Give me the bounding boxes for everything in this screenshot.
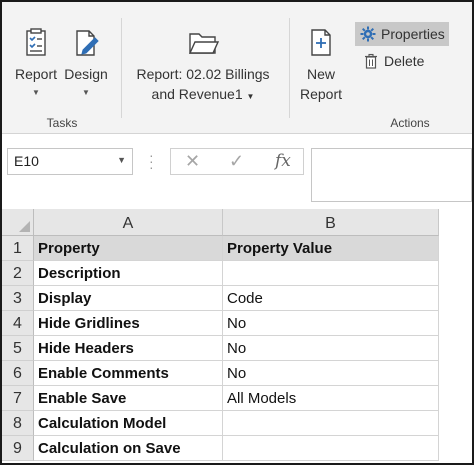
name-box-value: E10 [14,153,39,169]
column-header-a[interactable]: A [34,209,223,236]
new-report-line2: Report [299,86,343,102]
delete-label: Delete [384,53,425,69]
gear-icon [359,25,377,43]
report-button[interactable]: Report ▼ [10,26,62,98]
design-button-label: Design [64,66,108,82]
report-selector-button[interactable]: Report: 02.02 Billings and Revenue1 ▼ [127,26,279,107]
cell-property-value[interactable]: Code [223,286,439,311]
group-divider [289,18,290,118]
row-header[interactable]: 9 [2,436,34,461]
folder-icon [187,26,220,58]
cell-property-value[interactable] [223,411,439,436]
name-box[interactable]: E10 ▼ [7,148,133,175]
formula-input[interactable] [311,148,472,202]
group-divider [121,18,122,118]
report-selector-line2-text: and Revenue1 [151,86,243,102]
design-icon [70,26,102,58]
chevron-down-icon: ▼ [246,92,255,101]
cell-property-value[interactable]: No [223,311,439,336]
chevron-down-icon[interactable]: ▼ [117,155,126,165]
cell-property[interactable]: Enable Save [34,386,223,411]
row-header[interactable]: 3 [2,286,34,311]
row-header[interactable]: 5 [2,336,34,361]
spreadsheet-grid: A B 1 Property Property Value 2 Description 3… [2,209,472,463]
fx-icon[interactable]: fx [275,151,291,171]
properties-label: Properties [381,26,445,42]
new-report-line1: New [306,66,335,82]
chevron-down-icon: ▼ [82,88,90,97]
row-header[interactable]: 8 [2,411,34,436]
select-all-corner[interactable] [2,209,34,236]
cell-property-value[interactable]: No [223,361,439,386]
group-label-actions: Actions [390,116,430,130]
cell-property-value[interactable]: All Models [223,386,439,411]
formula-bar-grip[interactable]: · · · [149,148,154,174]
select-all-triangle [19,221,30,232]
row-header[interactable]: 4 [2,311,34,336]
new-document-icon [305,26,337,58]
cell-property[interactable]: Calculation on Save [34,436,223,461]
cell-property-value[interactable]: No [223,336,439,361]
ribbon: Report ▼ Design ▼ Tasks Report: 02.02 Bi… [2,2,472,134]
cell-property[interactable]: Enable Comments [34,361,223,386]
design-button[interactable]: Design ▼ [60,26,112,98]
report-button-label: Report [14,66,58,82]
row-header[interactable]: 6 [2,361,34,386]
report-icon [20,26,52,58]
row-header[interactable]: 7 [2,386,34,411]
group-label-tasks: Tasks [46,116,78,130]
report-selector-line1: Report: 02.02 Billings [136,66,270,82]
properties-button[interactable]: Properties [355,22,449,46]
cell-property[interactable]: Property [34,236,223,261]
cell-property[interactable]: Calculation Model [34,411,223,436]
formula-buttons: ✕ ✓ fx [170,148,304,175]
cell-property[interactable]: Description [34,261,223,286]
column-header-b[interactable]: B [223,209,439,236]
trash-icon [362,52,380,70]
cell-property[interactable]: Hide Gridlines [34,311,223,336]
report-selector-line2: and Revenue1 ▼ [127,84,279,107]
delete-button[interactable]: Delete [358,49,428,73]
row-header[interactable]: 2 [2,261,34,286]
cell-property[interactable]: Display [34,286,223,311]
cell-property[interactable]: Hide Headers [34,336,223,361]
cell-property-value[interactable]: Property Value [223,236,439,261]
row-header[interactable]: 1 [2,236,34,261]
cell-property-value[interactable] [223,261,439,286]
check-icon[interactable]: ✓ [229,151,244,172]
cancel-icon[interactable]: ✕ [185,151,200,172]
app-window: Report ▼ Design ▼ Tasks Report: 02.02 Bi… [0,0,474,465]
formula-bar: E10 ▼ · · · ✕ ✓ fx [2,135,472,209]
chevron-down-icon: ▼ [32,88,40,97]
new-report-button[interactable]: New Report [296,26,346,104]
cell-property-value[interactable] [223,436,439,461]
